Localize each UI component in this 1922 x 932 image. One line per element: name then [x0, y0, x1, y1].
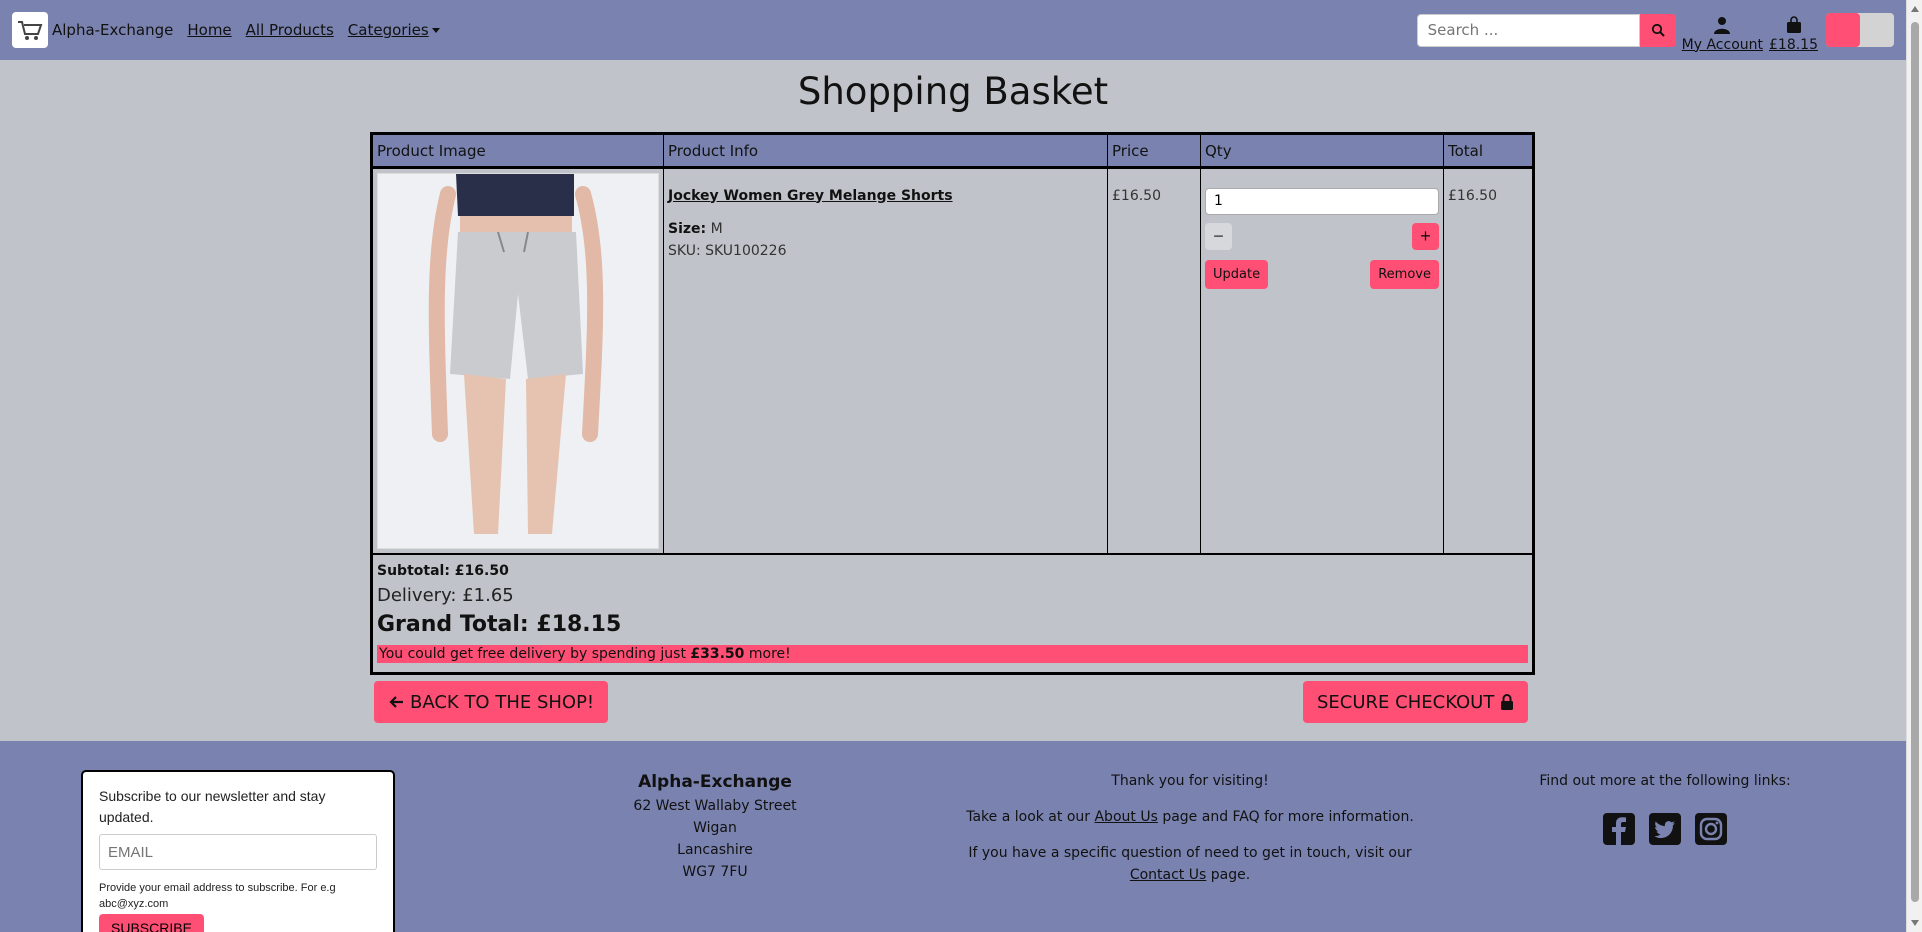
shopping-bag-icon: [1786, 15, 1801, 33]
size-value: M: [710, 220, 723, 237]
secure-checkout-label: SECURE CHECKOUT: [1317, 691, 1495, 713]
links-heading: Find out more at the following links:: [1539, 773, 1791, 789]
my-account-label: My Account: [1681, 36, 1763, 53]
subscribe-button[interactable]: SUBSCRIBE: [99, 914, 204, 932]
address-line: Wigan: [693, 820, 737, 836]
nav-home-link[interactable]: Home: [187, 21, 231, 39]
page-title: Shopping Basket: [797, 70, 1109, 113]
subtotal: Subtotal: £16.50: [377, 562, 509, 579]
decrement-qty-button[interactable]: −: [1205, 222, 1232, 250]
update-button[interactable]: Update: [1205, 259, 1269, 289]
header-total: Total: [1443, 135, 1532, 169]
toggle-knob: [1826, 13, 1860, 47]
quantity-input[interactable]: [1205, 187, 1439, 215]
basket-totals: Subtotal: £16.50 Delivery: £1.65 Grand T…: [373, 552, 1532, 671]
size-label: Size:: [668, 220, 707, 237]
footer-info: Thank you for visiting! Take a look at o…: [960, 770, 1420, 886]
twitter-icon[interactable]: [1648, 812, 1682, 846]
about-us-link[interactable]: About Us: [1094, 809, 1157, 825]
brand-logo[interactable]: [12, 12, 48, 48]
header-price: Price: [1107, 135, 1201, 169]
header-product-info: Product Info: [663, 135, 1108, 169]
address-line: WG7 7FU: [682, 864, 748, 880]
contact-us-link[interactable]: Contact Us: [1130, 867, 1206, 883]
brand-name[interactable]: Alpha-Exchange: [52, 21, 173, 39]
header-product-image: Product Image: [373, 135, 664, 169]
contact-suffix: page.: [1206, 867, 1251, 883]
nav-categories-label: Categories: [347, 21, 429, 39]
address-line: Lancashire: [677, 842, 753, 858]
footer-social: Find out more at the following links:: [1520, 770, 1810, 846]
increment-qty-button[interactable]: +: [1412, 222, 1439, 250]
table-row: Jockey Women Grey Melange Shorts Size: M…: [373, 167, 1532, 553]
navbar: Alpha-Exchange Home All Products Categor…: [0, 0, 1906, 60]
back-to-shop-button[interactable]: BACK TO THE SHOP!: [374, 681, 609, 723]
address-line: 62 West Wallaby Street: [633, 798, 797, 814]
line-total: £16.50: [1448, 187, 1497, 204]
product-price: £16.50: [1107, 167, 1201, 553]
basket-table: Product Image Product Info Price Qty Tot…: [370, 132, 1535, 675]
product-image[interactable]: [377, 172, 659, 549]
search-form: [1416, 13, 1676, 47]
my-account-link[interactable]: My Account: [1682, 8, 1763, 53]
search-button[interactable]: [1639, 13, 1676, 47]
basket-total: £18.15: [1769, 36, 1818, 53]
back-to-shop-label: BACK TO THE SHOP!: [410, 691, 595, 713]
scroll-down-icon[interactable]: [1911, 920, 1919, 926]
newsletter-help-text: Provide your email address to subscribe.…: [99, 882, 336, 910]
cart-logo-icon: [18, 21, 43, 40]
delivery-cost: Delivery: £1.65: [377, 584, 514, 606]
grand-total: Grand Total: £18.15: [377, 611, 622, 637]
about-text: Take a look at our About Us page and FAQ…: [960, 806, 1420, 828]
newsletter-text: Subscribe to our newsletter and stay upd…: [99, 788, 326, 825]
contact-text: If you have a specific question of need …: [960, 842, 1420, 886]
about-prefix: Take a look at our: [966, 809, 1095, 825]
theme-toggle[interactable]: [1826, 13, 1894, 47]
footer: Subscribe to our newsletter and stay upd…: [0, 741, 1906, 932]
product-sku: SKU: SKU100226: [668, 242, 787, 259]
about-suffix: page and FAQ for more information.: [1157, 809, 1414, 825]
nav-all-products-link[interactable]: All Products: [246, 21, 334, 39]
product-name-link[interactable]: Jockey Women Grey Melange Shorts: [668, 188, 1103, 204]
caret-down-icon: [431, 28, 440, 33]
newsletter-email-input[interactable]: [99, 834, 377, 870]
secure-checkout-button[interactable]: SECURE CHECKOUT: [1303, 681, 1529, 723]
basket-link[interactable]: £18.15: [1769, 8, 1818, 53]
lock-icon: [1501, 694, 1514, 710]
search-icon: [1651, 23, 1665, 37]
table-header-row: Product Image Product Info Price Qty Tot…: [373, 135, 1532, 169]
product-photo: [378, 173, 658, 548]
free-delivery-suffix: more!: [744, 645, 791, 662]
product-size: Size: M: [668, 218, 1103, 240]
nav-categories-dropdown[interactable]: Categories: [348, 21, 440, 39]
free-delivery-message: You could get free delivery by spending …: [377, 644, 1528, 663]
product-image-cell: [373, 167, 664, 553]
page-scrollbar[interactable]: [1906, 0, 1922, 932]
arrow-left-icon: [389, 696, 403, 708]
scroll-thumb[interactable]: [1911, 22, 1919, 902]
facebook-icon[interactable]: [1602, 812, 1636, 846]
qty-cell: − + Update Remove: [1200, 167, 1444, 553]
product-info-cell: Jockey Women Grey Melange Shorts Size: M…: [663, 167, 1108, 553]
thanks-text: Thank you for visiting!: [1111, 773, 1269, 789]
scroll-up-icon[interactable]: [1911, 6, 1919, 12]
instagram-icon[interactable]: [1694, 812, 1728, 846]
footer-address: Alpha-Exchange 62 West Wallaby Street Wi…: [600, 771, 830, 883]
header-qty: Qty: [1200, 135, 1444, 169]
footer-company-name: Alpha-Exchange: [638, 772, 792, 792]
contact-prefix: If you have a specific question of need …: [968, 845, 1412, 861]
user-icon: [1714, 16, 1731, 34]
newsletter-form: Subscribe to our newsletter and stay upd…: [81, 770, 395, 932]
remove-button[interactable]: Remove: [1370, 259, 1439, 289]
free-delivery-amount: £33.50: [690, 645, 745, 662]
free-delivery-prefix: You could get free delivery by spending …: [379, 645, 691, 662]
search-input[interactable]: [1416, 13, 1640, 47]
